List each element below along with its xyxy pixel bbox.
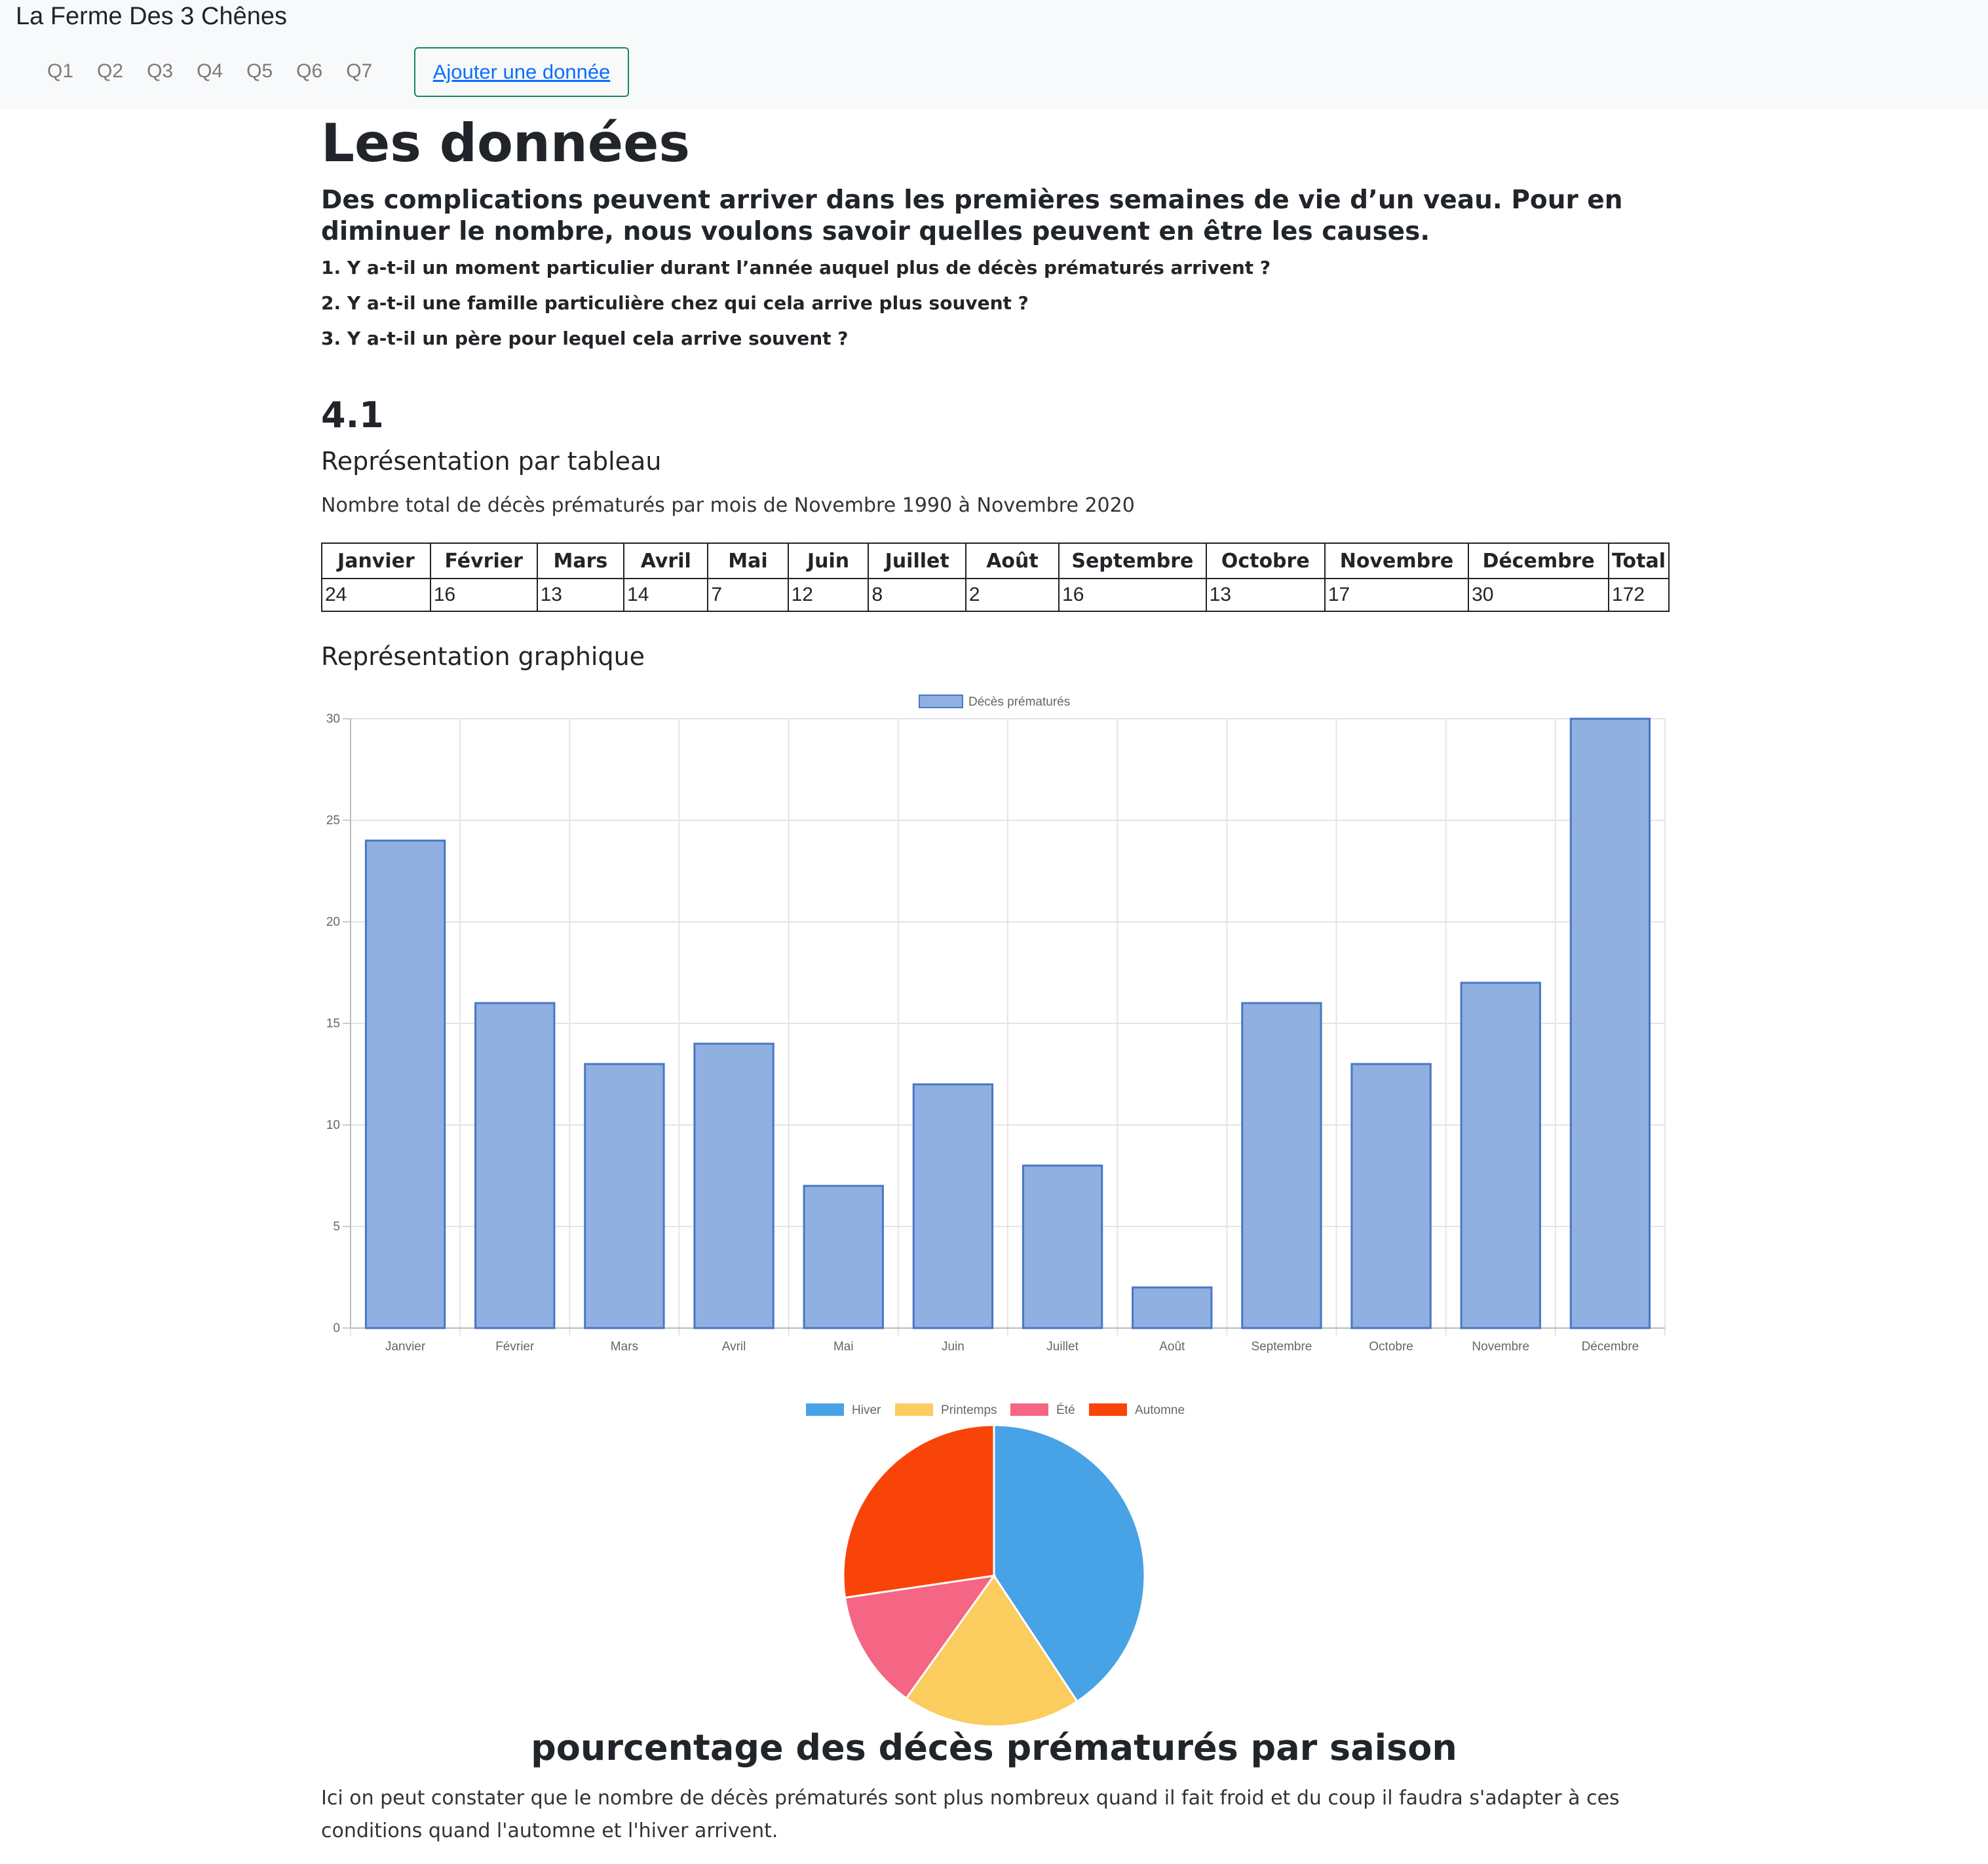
legend-swatch <box>919 694 963 708</box>
x-tick-label: Septembre <box>1251 1340 1312 1354</box>
table-cell: 13 <box>1205 578 1326 612</box>
bar-chart: Décès prématurés 0 5 10 15 20 25 30 Janvier Févri… <box>326 694 1666 1354</box>
col-header: Juin <box>787 542 870 579</box>
y-tick-label: 25 <box>326 814 340 827</box>
x-tick-label: Octobre <box>1369 1340 1413 1354</box>
nav-link-q1[interactable]: Q1 <box>47 60 73 83</box>
bar <box>1132 1286 1213 1329</box>
table-cell: 8 <box>868 578 966 612</box>
y-tick-label: 5 <box>333 1220 340 1234</box>
col-header: Total <box>1608 542 1670 579</box>
navbar: La Ferme Des 3 Chênes Q1 Q2 Q3 Q4 Q5 Q6 … <box>0 0 1988 109</box>
table-cell: 17 <box>1324 578 1470 612</box>
x-tick-label: Février <box>495 1340 535 1354</box>
bar-chart-container: Décès prématurés 0 5 10 15 20 25 30 Janvier Févri… <box>321 688 1671 1365</box>
bar <box>693 1042 774 1329</box>
deaths-table: Janvier Février Mars Avril Mai Juin Juil… <box>321 542 1670 612</box>
table-caption: Nombre total de décès prématurés par moi… <box>321 494 1135 517</box>
question-3: 3. Y a-t-il un père pour lequel cela arr… <box>321 328 849 349</box>
col-header: Mai <box>707 542 789 579</box>
nav-link-q5[interactable]: Q5 <box>246 60 273 83</box>
nav-link-q3[interactable]: Q3 <box>147 60 173 83</box>
table-cell: 30 <box>1468 578 1610 612</box>
y-tick-label: 15 <box>326 1017 340 1031</box>
col-header: Novembre <box>1324 542 1470 579</box>
bar <box>1022 1164 1103 1329</box>
bar <box>912 1083 994 1329</box>
table-cell: 13 <box>536 578 625 612</box>
table-cell: 12 <box>787 578 870 612</box>
x-tick-label: Juillet <box>1046 1340 1079 1354</box>
page-title: Les données <box>321 113 690 174</box>
table-cell: 2 <box>965 578 1060 612</box>
question-1: 1. Y a-t-il un moment particulier durant… <box>321 257 1271 278</box>
col-header: Août <box>965 542 1060 579</box>
legend-label: Hiver <box>852 1403 881 1417</box>
x-tick-label: Janvier <box>385 1340 426 1354</box>
nav-links: Q1 Q2 Q3 Q4 Q5 Q6 Q7 <box>47 60 396 83</box>
intro-lead: Des complications peuvent arriver dans l… <box>321 185 1623 246</box>
table-cell: 172 <box>1608 578 1670 612</box>
table-cell: 16 <box>1058 578 1207 612</box>
bar <box>1241 1002 1322 1329</box>
bar <box>1350 1063 1432 1329</box>
y-tick-label: 20 <box>326 915 340 929</box>
col-header: Janvier <box>321 542 431 579</box>
bar <box>1569 717 1651 1329</box>
conclusion-text: Ici on peut constater que le nombre de d… <box>321 1787 1620 1842</box>
table-cell: 7 <box>707 578 789 612</box>
table-header-row: Janvier Février Mars Avril Mai Juin Juil… <box>321 542 1670 579</box>
bar <box>364 839 446 1329</box>
bar <box>474 1002 556 1329</box>
col-header: Juillet <box>868 542 966 579</box>
col-header: Septembre <box>1058 542 1207 579</box>
col-header: Octobre <box>1205 542 1326 579</box>
x-tick-label: Août <box>1159 1340 1185 1354</box>
table-heading: Représentation par tableau <box>321 447 662 476</box>
brand[interactable]: La Ferme Des 3 Chênes <box>16 3 287 31</box>
y-tick-label: 0 <box>333 1322 340 1335</box>
table-cell: 16 <box>429 578 538 612</box>
x-tick-label: Novembre <box>1472 1340 1529 1354</box>
pie-slice <box>842 1424 995 1599</box>
nav-link-q7[interactable]: Q7 <box>346 60 372 83</box>
nav-link-q6[interactable]: Q6 <box>296 60 322 83</box>
legend-swatch <box>1089 1403 1127 1416</box>
graph-heading: Représentation graphique <box>321 642 645 671</box>
table-row: 24 16 13 14 7 12 8 2 16 13 17 30 172 <box>321 578 1670 612</box>
col-header: Décembre <box>1468 542 1610 579</box>
section-number: 4.1 <box>321 394 384 436</box>
legend-label: Automne <box>1135 1403 1185 1417</box>
table-cell: 24 <box>321 578 431 612</box>
table-cell: 14 <box>623 578 709 612</box>
col-header: Mars <box>536 542 625 579</box>
bar <box>1460 981 1541 1329</box>
y-tick-label: 30 <box>326 712 340 726</box>
pie-title: pourcentage des décès prématurés par sai… <box>531 1727 1457 1768</box>
x-tick-label: Décembre <box>1582 1340 1639 1354</box>
x-tick-label: Mars <box>611 1340 638 1354</box>
pie-legend: Hiver Printemps Été Automne <box>806 1403 1185 1417</box>
bar <box>584 1063 665 1329</box>
nav-link-q2[interactable]: Q2 <box>97 60 123 83</box>
legend-label: Été <box>1056 1403 1075 1417</box>
legend-swatch <box>895 1403 933 1416</box>
pie-chart: Hiver Printemps Été Automne <box>806 1403 1185 1728</box>
x-tick-label: Avril <box>722 1340 746 1354</box>
nav-link-q4[interactable]: Q4 <box>197 60 223 83</box>
legend-swatch <box>806 1403 844 1416</box>
legend-swatch <box>1010 1403 1048 1416</box>
x-tick-label: Mai <box>833 1340 854 1354</box>
legend-label: Décès prématurés <box>968 695 1070 709</box>
question-2: 2. Y a-t-il une famille particulière che… <box>321 292 1029 314</box>
bar <box>803 1185 884 1329</box>
bar-legend: Décès prématurés <box>919 694 1070 709</box>
col-header: Février <box>429 542 538 579</box>
add-data-button[interactable]: Ajouter une donnée <box>414 47 629 97</box>
legend-label: Printemps <box>941 1403 997 1417</box>
y-tick-label: 10 <box>326 1118 340 1132</box>
col-header: Avril <box>623 542 709 579</box>
x-tick-label: Juin <box>942 1340 965 1354</box>
